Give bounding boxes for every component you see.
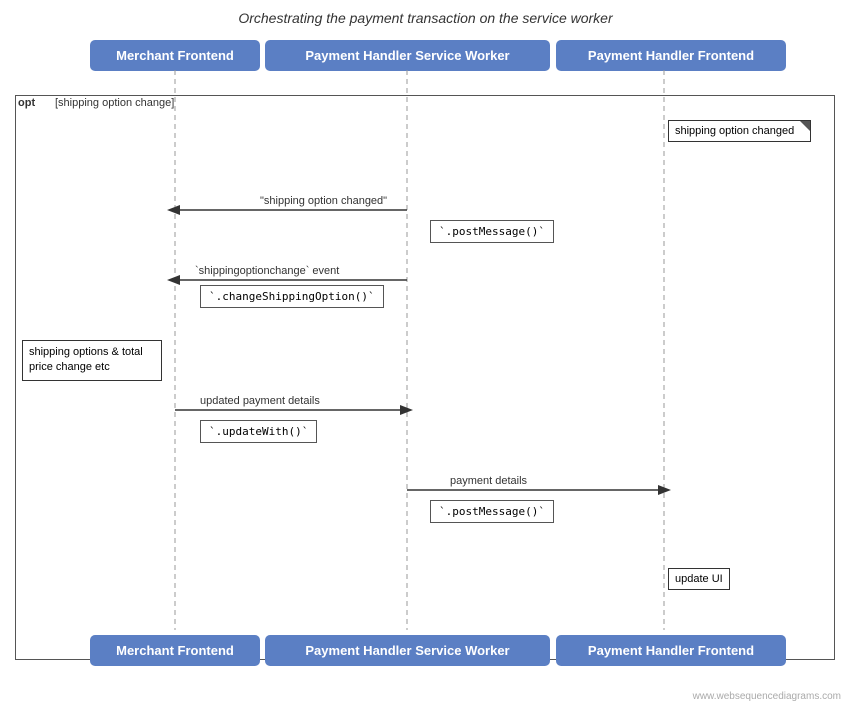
arrow-label-updated-payment: updated payment details: [200, 395, 320, 407]
arrow-label-payment-details: payment details: [450, 475, 527, 487]
arrow-label-shipping-option-changed: "shipping option changed": [260, 195, 387, 207]
opt-label: opt: [18, 97, 35, 109]
method-change-shipping: `.changeShippingOption()`: [200, 285, 384, 308]
note-update-ui: update UI: [668, 568, 730, 590]
method-update-with: `.updateWith()`: [200, 420, 317, 443]
side-note-shipping-options: shipping options & total price change et…: [22, 340, 162, 381]
diagram-container: Orchestrating the payment transaction on…: [0, 0, 851, 710]
note-shipping-option-changed: shipping option changed: [668, 120, 811, 142]
opt-condition: [shipping option change]: [55, 97, 174, 109]
actor-payment-frontend-bottom: Payment Handler Frontend: [556, 635, 786, 666]
method-post-message-1: `.postMessage()`: [430, 220, 554, 243]
watermark: www.websequencediagrams.com: [693, 691, 841, 702]
actor-service-worker-bottom: Payment Handler Service Worker: [265, 635, 550, 666]
actor-merchant-bottom: Merchant Frontend: [90, 635, 260, 666]
arrow-label-shippingoptionchange: `shippingoptionchange` event: [195, 265, 339, 277]
method-post-message-2: `.postMessage()`: [430, 500, 554, 523]
